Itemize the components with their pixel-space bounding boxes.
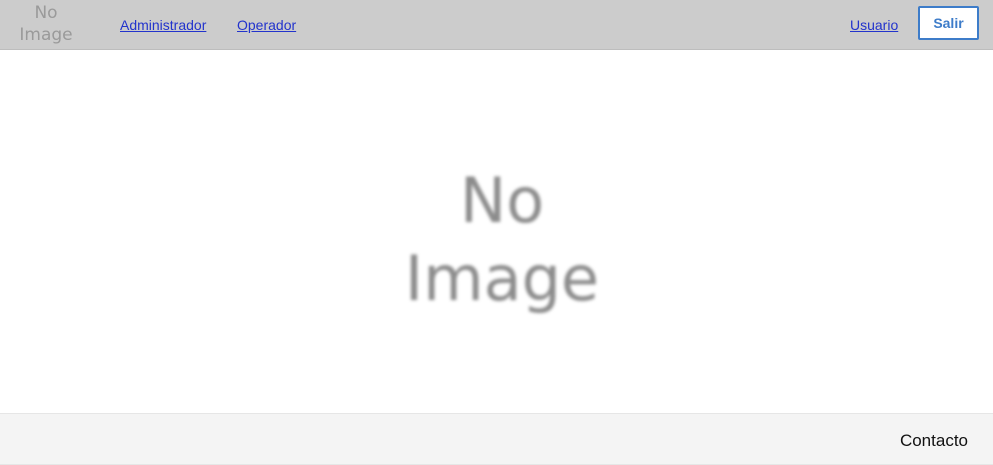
footer-contact-link[interactable]: Contacto <box>900 431 968 451</box>
hero-placeholder-line1: No <box>459 164 545 237</box>
logo-image-placeholder[interactable]: No Image <box>12 2 80 46</box>
nav-link-operador[interactable]: Operador <box>237 16 296 34</box>
hero-image-placeholder: No Image <box>402 162 602 322</box>
main-content: No Image <box>0 50 993 413</box>
logo-placeholder-line1: No <box>34 3 58 23</box>
logo-placeholder-line2: Image <box>19 25 73 45</box>
hero-placeholder-line2: Image <box>404 242 600 315</box>
nav-link-usuario[interactable]: Usuario <box>850 16 898 34</box>
logout-button[interactable]: Salir <box>918 6 979 40</box>
nav-link-administrador[interactable]: Administrador <box>120 16 206 34</box>
top-navbar: No Image Administrador Operador Usuario … <box>0 0 993 50</box>
footer: Contacto <box>0 413 993 465</box>
